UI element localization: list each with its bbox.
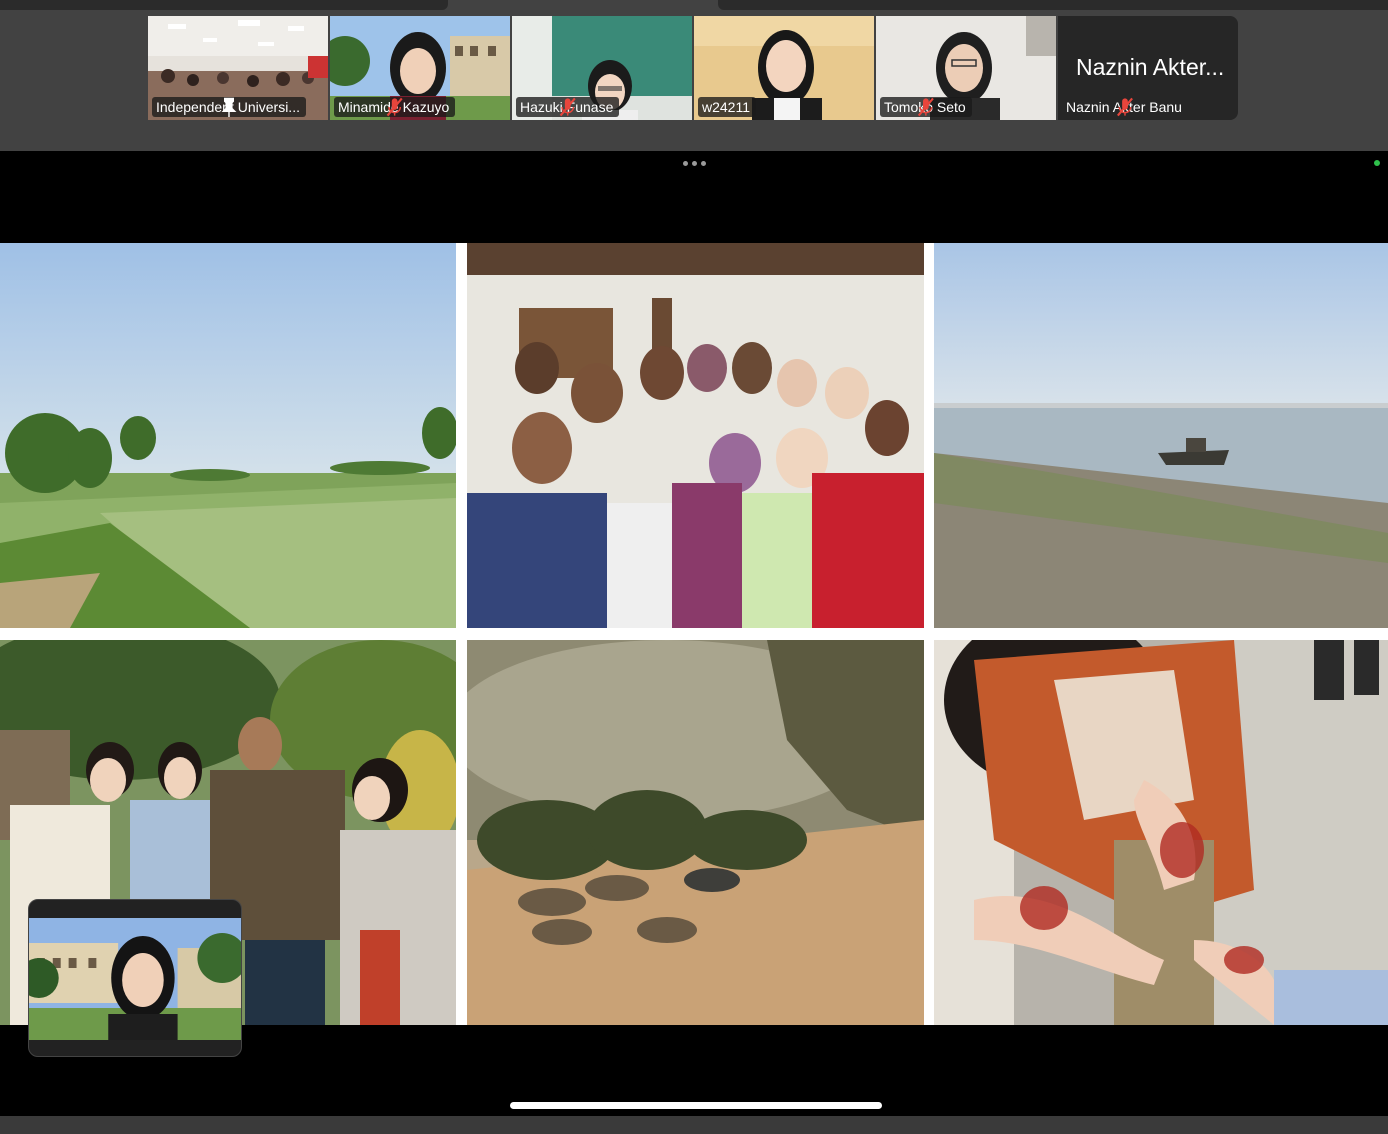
participant-display-name: Naznin Akter... — [1076, 54, 1225, 80]
home-indicator[interactable] — [510, 1102, 882, 1109]
participant-gallery-strip: Independent Universi... Minamide Kazuyo — [0, 0, 1388, 151]
top-bar-right — [718, 0, 1388, 10]
photo-henna-hands — [934, 640, 1388, 1025]
participant-name-tag: Tomoko Seto — [880, 97, 972, 117]
mic-off-icon — [386, 97, 403, 117]
more-options-icon[interactable] — [683, 161, 706, 166]
participant-tile-2[interactable]: Minamide Kazuyo — [330, 16, 510, 120]
photo-river-boat — [934, 243, 1388, 628]
participant-thumbnails: Independent Universi... Minamide Kazuyo — [148, 16, 1238, 120]
zoom-meeting-window: Independent Universi... Minamide Kazuyo — [0, 0, 1388, 1134]
mic-off-icon — [1117, 97, 1133, 117]
photo-ducks-by-pond — [467, 640, 924, 1025]
participant-name-tag: w24211 — [698, 97, 757, 117]
participant-name-tag: Independent Universi... — [152, 97, 306, 117]
mic-off-icon — [559, 97, 576, 117]
self-view-video[interactable] — [28, 899, 242, 1057]
mic-off-icon — [917, 97, 934, 117]
top-bar-left — [0, 0, 448, 10]
participant-tile-4-active-speaker[interactable]: w24211 — [694, 16, 874, 120]
self-video-feed — [29, 918, 241, 1040]
connection-status-dot — [1374, 160, 1380, 166]
participant-name-tag: Hazuki Funase — [516, 97, 620, 117]
participant-name-tag: Minamide Kazuyo — [334, 97, 456, 117]
participant-tile-6-video-off[interactable]: Naznin Akter... Naznin Akter Banu — [1058, 16, 1238, 120]
participant-tile-1[interactable]: Independent Universi... — [148, 16, 328, 120]
participant-tile-5[interactable]: Tomoko Seto — [876, 16, 1056, 120]
bottom-bar — [0, 1116, 1388, 1134]
photo-group-selfie — [467, 243, 924, 628]
photo-rice-field — [0, 243, 456, 628]
participant-tile-3[interactable]: Hazuki Funase — [512, 16, 692, 120]
participant-name-tag: Naznin Akter Banu — [1062, 97, 1188, 117]
pin-icon — [221, 97, 237, 117]
